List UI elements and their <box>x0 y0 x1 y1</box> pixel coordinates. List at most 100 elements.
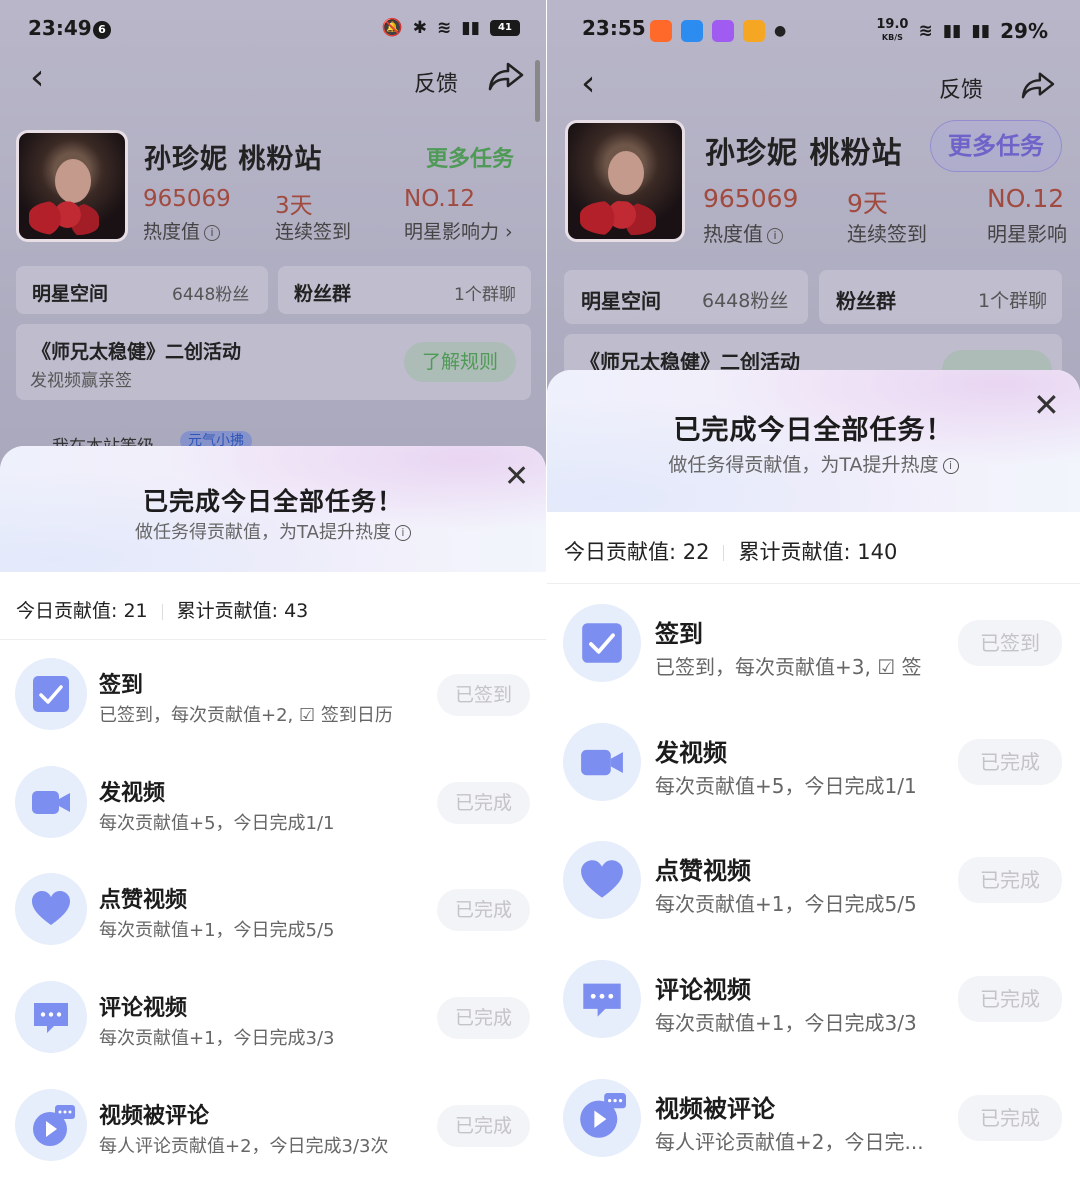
fan-group-count: 1个群聊 <box>454 285 516 305</box>
activity-title: 《师兄太稳健》二创活动 <box>32 341 242 363</box>
learn-rules-button[interactable]: 了解规则 <box>404 342 516 382</box>
sheet-title: 已完成今日全部任务！ <box>673 415 954 446</box>
share-icon[interactable] <box>488 60 524 100</box>
app-icon <box>712 20 734 42</box>
status-time: 23:49 <box>28 16 92 40</box>
task-name: 视频被评论 <box>655 1095 775 1123</box>
task-name: 点赞视频 <box>99 888 188 913</box>
fan-group-title: 粉丝群 <box>836 289 896 313</box>
task-name: 视频被评论 <box>99 1104 210 1129</box>
notification-app-icons: ● <box>650 20 786 42</box>
task-desc: 每次贡献值+1，今日完成5/5 <box>655 892 917 916</box>
star-space-card[interactable]: 明星空间 6448粉丝 <box>16 266 268 314</box>
back-arrow-icon[interactable]: ‹ <box>30 58 44 98</box>
profile-name: 孙珍妮 桃粉站 <box>705 136 903 171</box>
heat-value: 965069 <box>143 186 231 212</box>
completed-button[interactable]: 已完成 <box>437 1105 530 1147</box>
task-sheet: 已完成今日全部任务！ 做任务得贡献值，为TA提升热度 i ✕ 今日贡献值: 21 累… <box>0 446 546 1191</box>
share-icon[interactable] <box>1021 70 1055 108</box>
completed-button[interactable]: 已完成 <box>958 976 1062 1022</box>
wifi-icon: ≋ <box>437 18 452 38</box>
task-name: 评论视频 <box>99 996 188 1021</box>
star-space-title: 明星空间 <box>32 283 109 305</box>
avatar-roses <box>29 201 99 235</box>
task-desc[interactable]: 已签到，每次贡献值+3, ☑ 签 <box>655 651 921 680</box>
fan-group-count: 1个群聊 <box>978 290 1048 312</box>
star-space-card[interactable]: 明星空间 6448粉丝 <box>564 270 808 324</box>
influence-rank-link[interactable]: 明星影响力 › <box>404 217 513 244</box>
notification-badge: 6 <box>93 21 111 39</box>
completed-button[interactable]: 已完成 <box>958 857 1062 903</box>
task-desc: 每次贡献值+1，今日完成5/5 <box>99 920 335 941</box>
back-arrow-icon[interactable]: ‹ <box>581 64 595 104</box>
avatar-roses <box>580 201 656 235</box>
completed-button[interactable]: 已完成 <box>958 739 1062 785</box>
heat-label[interactable]: 热度值 i <box>703 218 783 247</box>
checked-in-button[interactable]: 已签到 <box>437 674 530 716</box>
influence-rank-link[interactable]: 明星影响 <box>987 218 1067 247</box>
contribution-summary: 今日贡献值: 21 累计贡献值: 43 <box>16 596 308 623</box>
close-icon[interactable]: ✕ <box>504 462 529 492</box>
today-contribution: 今日贡献值: 21 <box>16 600 148 622</box>
influence-rank-value: NO.12 <box>404 186 475 212</box>
check-icon <box>15 658 87 730</box>
info-icon[interactable]: i <box>767 227 783 244</box>
task-name: 签到 <box>655 620 703 648</box>
video-camera-icon <box>563 723 641 801</box>
avatar-face <box>608 151 644 195</box>
avatar[interactable] <box>16 130 128 242</box>
network-speed: 19.0 KB/S <box>876 17 909 42</box>
play-comment-icon <box>15 1089 87 1161</box>
more-tasks-button[interactable]: 更多任务 <box>930 120 1062 172</box>
app-icon <box>743 20 765 42</box>
activity-card[interactable]: 《师兄太稳健》二创活动 发视频赢亲签 了解规则 <box>16 324 531 400</box>
checkin-streak-label: 连续签到 <box>847 222 927 246</box>
battery-percent: 29% <box>1000 18 1048 43</box>
close-icon[interactable]: ✕ <box>1033 389 1060 421</box>
total-contribution: 累计贡献值: 140 <box>738 540 898 564</box>
task-desc: 每次贡献值+5，今日完成1/1 <box>99 813 335 834</box>
feedback-button[interactable]: 反馈 <box>414 66 458 98</box>
heat-label[interactable]: 热度值 i <box>143 217 221 244</box>
completed-button[interactable]: 已完成 <box>958 1095 1062 1141</box>
checked-in-button[interactable]: 已签到 <box>958 620 1062 666</box>
check-icon <box>563 604 641 682</box>
info-icon[interactable]: i <box>942 457 959 474</box>
info-icon[interactable]: i <box>394 525 411 541</box>
avatar[interactable] <box>565 120 685 242</box>
play-comment-icon <box>563 1079 641 1157</box>
wifi-icon: ≋ <box>918 20 933 41</box>
task-desc[interactable]: 已签到，每次贡献值+2, ☑ 签到日历 <box>99 701 393 727</box>
signal-icon: ▮▮ <box>942 20 962 41</box>
task-desc: 每人评论贡献值+2，今日完... <box>655 1130 924 1154</box>
comment-icon <box>15 981 87 1053</box>
feedback-button[interactable]: 反馈 <box>939 72 983 104</box>
today-contribution: 今日贡献值: 22 <box>564 540 710 564</box>
task-name: 评论视频 <box>655 976 751 1004</box>
task-desc: 每次贡献值+1，今日完成3/3 <box>655 1011 917 1035</box>
comment-icon <box>563 960 641 1038</box>
completed-button[interactable]: 已完成 <box>437 997 530 1039</box>
status-bar: 23:49 6 🔕 ✱ ≋ ▮▮ 41 <box>0 14 546 48</box>
sheet-title: 已完成今日全部任务！ <box>142 487 403 516</box>
sheet-header: 已完成今日全部任务！ 做任务得贡献值，为TA提升热度 i ✕ <box>0 446 546 572</box>
checkin-streak-value: 3天 <box>275 193 313 219</box>
star-space-title: 明星空间 <box>581 289 661 313</box>
left-screenshot: 23:49 6 🔕 ✱ ≋ ▮▮ 41 ‹ 反馈 孙珍妮 桃粉站 更多任务 96… <box>0 0 546 1191</box>
sheet-subtitle: 做任务得贡献值，为TA提升热度 i <box>0 518 546 544</box>
info-icon[interactable]: i <box>204 224 221 241</box>
completed-button[interactable]: 已完成 <box>437 889 530 931</box>
completed-button[interactable]: 已完成 <box>437 782 530 824</box>
activity-subtitle: 发视频赢亲签 <box>30 371 132 391</box>
more-notifications-dot: ● <box>774 23 787 39</box>
total-contribution: 累计贡献值: 43 <box>176 600 309 622</box>
top-nav: ‹ 反馈 <box>0 58 546 104</box>
more-tasks-button[interactable]: 更多任务 <box>426 141 514 173</box>
fan-group-card[interactable]: 粉丝群 1个群聊 <box>819 270 1062 324</box>
battery-icon: 41 <box>490 20 520 36</box>
task-name: 签到 <box>99 673 144 698</box>
status-bar: 23:55 ● 19.0 KB/S ≋ ▮▮ ▮▮ 29% <box>547 14 1080 48</box>
scrollbar[interactable] <box>535 60 540 122</box>
fan-group-card[interactable]: 粉丝群 1个群聊 <box>278 266 531 314</box>
bluetooth-icon: ✱ <box>412 18 428 38</box>
